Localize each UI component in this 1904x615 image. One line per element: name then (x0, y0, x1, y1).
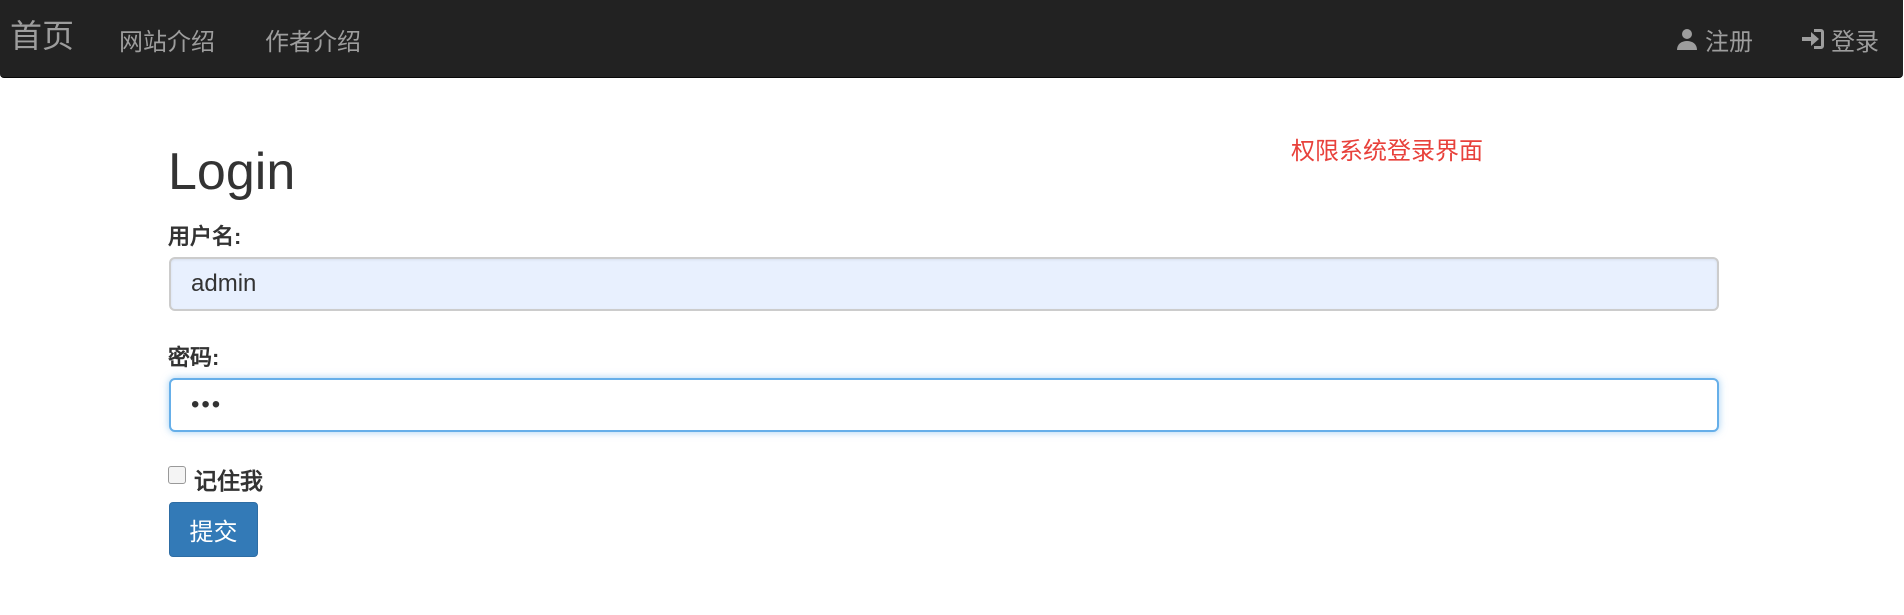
nav-register-link[interactable]: 注册 (1675, 22, 1753, 57)
username-label: 用户名: (168, 224, 242, 249)
nav-left-links: 网站介绍 作者介绍 (119, 0, 361, 78)
username-input[interactable] (169, 257, 1719, 311)
password-label: 密码: (168, 345, 220, 370)
nav-right-links: 注册 登录 (1675, 0, 1879, 78)
system-login-note: 权限系统登录界面 (1291, 139, 1483, 165)
nav-link-site-intro[interactable]: 网站介绍 (119, 22, 215, 57)
brand-home-link[interactable]: 首页 (10, 16, 74, 56)
nav-login-link[interactable]: 登录 (1801, 22, 1879, 57)
nav-login-label: 登录 (1831, 28, 1879, 56)
log-in-icon (1801, 27, 1825, 51)
password-input[interactable] (169, 378, 1719, 432)
submit-button[interactable]: 提交 (169, 502, 258, 557)
remember-me-label: 记住我 (194, 468, 263, 494)
remember-me-row: 记住我 (168, 462, 263, 496)
page-title: Login (168, 143, 296, 201)
remember-me-checkbox[interactable] (168, 466, 186, 484)
user-icon (1675, 27, 1699, 51)
nav-register-label: 注册 (1705, 28, 1753, 56)
nav-link-author-intro[interactable]: 作者介绍 (265, 22, 361, 57)
top-navbar: 首页 网站介绍 作者介绍 注册 登录 (0, 0, 1903, 78)
